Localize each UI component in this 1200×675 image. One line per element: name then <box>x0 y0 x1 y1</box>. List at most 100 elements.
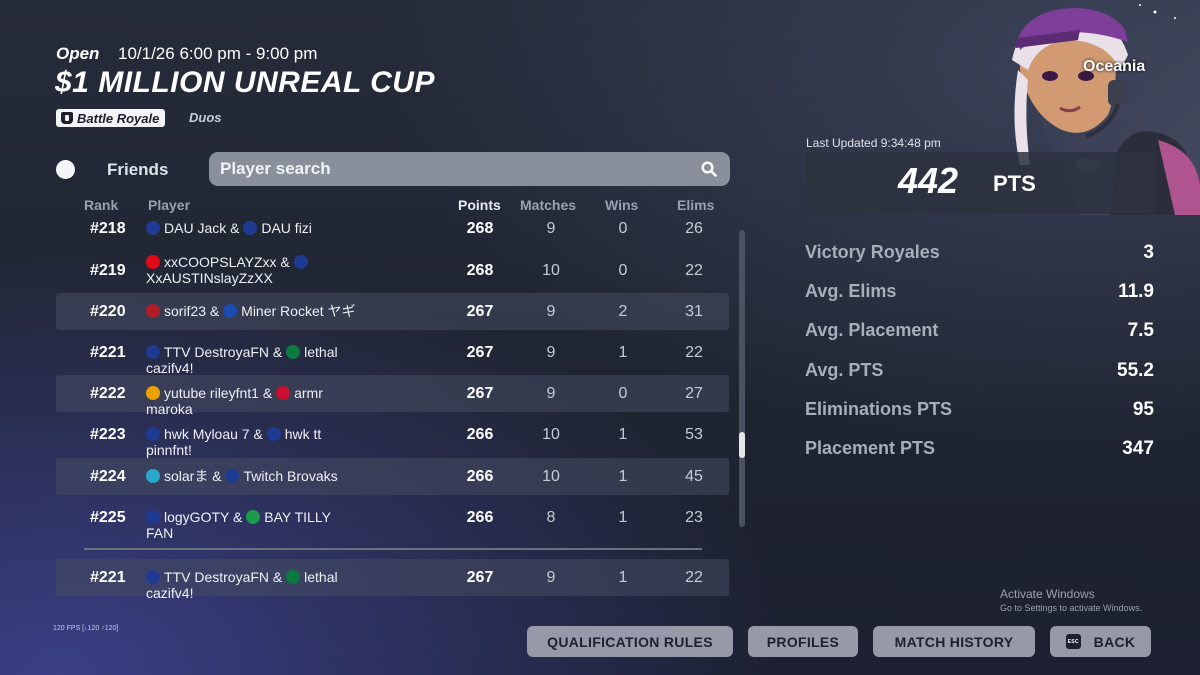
table-row[interactable]: #218 DAU Jack & DAU fizi 268 9 0 26 <box>56 210 729 247</box>
stat-value: 7.5 <box>1127 320 1154 341</box>
scrollbar-track[interactable] <box>739 230 745 527</box>
table-row[interactable]: #224 solarま & Twitch Brovaks 266 10 1 45 <box>56 458 729 495</box>
total-points-box <box>806 152 1155 214</box>
flag-icon <box>146 345 160 359</box>
flag-icon <box>266 427 281 441</box>
row-matches: 9 <box>546 220 556 237</box>
flag-icon <box>246 510 261 524</box>
stat-label: Eliminations PTS <box>805 399 953 419</box>
friends-toggle[interactable] <box>56 160 75 179</box>
row-matches: 10 <box>542 468 560 485</box>
player-name[interactable]: logyGOTY <box>164 509 229 525</box>
search-input[interactable] <box>220 159 680 179</box>
row-matches: 10 <box>542 426 560 443</box>
stat-value: 347 <box>1122 438 1154 459</box>
row-players: sorif23 & Miner Rocket ヤギ <box>146 303 356 319</box>
table-row[interactable]: #225 logyGOTY & BAY TILLY FAN 266 8 1 23 <box>56 499 729 541</box>
row-points: 267 <box>466 303 494 320</box>
table-row[interactable]: #221 TTV DestroyaFN & lethal cazifv4! 26… <box>56 334 729 376</box>
player-search[interactable] <box>209 152 730 186</box>
row-rank: #225 <box>90 509 126 526</box>
player-name[interactable]: Twitch Brovaks <box>243 468 337 484</box>
flag-icon <box>146 386 160 400</box>
profiles-button[interactable]: PROFILES <box>748 626 858 657</box>
flag-icon <box>276 386 291 400</box>
row-elims: 22 <box>685 344 703 361</box>
stat-label: Placement PTS <box>805 438 936 458</box>
fps-counter: 120 FPS [↓120 ↑120] <box>53 625 119 632</box>
row-points: 267 <box>466 344 494 361</box>
table-row[interactable]: #223 hwk Myloau 7 & hwk tt pinnfnt! 266 … <box>56 416 729 458</box>
scrollbar-thumb[interactable] <box>739 432 745 458</box>
flag-icon <box>146 570 160 584</box>
table-row[interactable]: #219 xxCOOPSLAYZxx & XxAUSTINslayZzXX 26… <box>56 252 729 289</box>
row-wins: 0 <box>618 385 628 402</box>
row-matches: 8 <box>546 509 556 526</box>
player-name[interactable]: DAU Jack <box>164 220 226 236</box>
match-history-button[interactable]: MATCH HISTORY <box>873 626 1035 657</box>
player-name[interactable]: solarま <box>164 468 208 484</box>
player-name[interactable]: DAU fizi <box>261 220 312 236</box>
page-title: $1 MILLION UNREAL CUP <box>55 66 435 99</box>
activate-windows-title: Activate Windows <box>1000 587 1095 601</box>
row-points: 266 <box>466 468 494 485</box>
row-players: TTV DestroyaFN & lethal cazifv4! <box>146 569 338 601</box>
flag-icon <box>146 255 160 269</box>
search-icon[interactable] <box>701 161 717 177</box>
row-players: solarま & Twitch Brovaks <box>146 468 356 484</box>
friends-label[interactable]: Friends <box>107 160 168 180</box>
row-rank: #220 <box>90 303 126 320</box>
player-name[interactable]: yutube rileyfnt1 <box>164 385 259 401</box>
stat-value: 95 <box>1132 399 1154 420</box>
row-matches: 9 <box>546 385 556 402</box>
table-row[interactable]: #222 yutube rileyfnt1 & armr maroka 267 … <box>56 375 729 417</box>
player-name[interactable]: XxAUSTINslayZzXX <box>146 270 273 286</box>
flag-icon <box>146 427 160 441</box>
activate-windows-subtitle: Go to Settings to activate Windows. <box>1000 603 1143 613</box>
last-updated: Last Updated 9:34:48 pm <box>806 136 941 150</box>
table-row[interactable]: #220 sorif23 & Miner Rocket ヤギ 267 9 2 3… <box>56 293 729 330</box>
row-rank: #222 <box>90 385 126 402</box>
stat-label: Avg. PTS <box>805 360 884 380</box>
row-wins: 0 <box>618 220 628 237</box>
player-name[interactable]: TTV DestroyaFN <box>164 569 269 585</box>
total-points-value: 442 <box>898 160 959 201</box>
flag-icon <box>146 304 160 318</box>
row-elims: 45 <box>685 468 703 485</box>
row-points: 266 <box>466 426 494 443</box>
mode-badge: Battle Royale <box>56 109 166 127</box>
row-players: xxCOOPSLAYZxx & XxAUSTINslayZzXX <box>146 254 356 286</box>
player-name[interactable]: TTV DestroyaFN <box>164 344 269 360</box>
row-matches: 9 <box>546 569 556 586</box>
event-status: Open <box>56 44 100 63</box>
row-wins: 1 <box>618 569 628 586</box>
row-elims: 27 <box>685 385 703 402</box>
row-wins: 1 <box>618 426 628 443</box>
row-matches: 9 <box>546 303 556 320</box>
stat-label: Victory Royales <box>805 242 940 262</box>
player-name[interactable]: sorif23 <box>164 303 206 319</box>
my-team-row[interactable]: #221 TTV DestroyaFN & lethal cazifv4! 26… <box>56 559 729 601</box>
row-wins: 0 <box>618 262 628 279</box>
back-button[interactable]: ESC BACK <box>1050 626 1151 657</box>
stat-value: 11.9 <box>1118 281 1154 302</box>
player-name[interactable]: xxCOOPSLAYZxx <box>164 254 277 270</box>
flag-icon <box>146 221 160 235</box>
row-players: logyGOTY & BAY TILLY FAN <box>146 509 331 541</box>
stat-label: Avg. Placement <box>805 320 939 340</box>
row-players: hwk Myloau 7 & hwk tt pinnfnt! <box>146 426 322 458</box>
row-wins: 1 <box>618 344 628 361</box>
region-label: Oceania <box>1083 58 1146 75</box>
row-matches: 10 <box>542 262 560 279</box>
player-name[interactable]: hwk Myloau 7 <box>164 426 250 442</box>
qualification-rules-button[interactable]: QUALIFICATION RULES <box>527 626 733 657</box>
row-elims: 23 <box>685 509 703 526</box>
row-elims: 31 <box>685 303 703 320</box>
row-elims: 53 <box>685 426 703 443</box>
flag-icon <box>223 304 238 318</box>
flag-icon <box>286 570 301 584</box>
stat-value: 55.2 <box>1117 360 1154 381</box>
row-elims: 26 <box>685 220 703 237</box>
player-name[interactable]: Miner Rocket ヤギ <box>241 303 355 319</box>
flag-icon <box>225 469 240 483</box>
